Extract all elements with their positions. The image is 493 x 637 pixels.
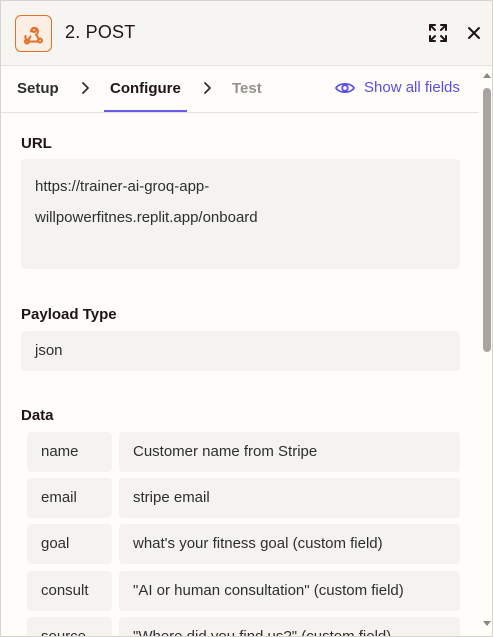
chevron-right-icon [82,82,89,94]
data-key-field[interactable]: email [27,478,112,518]
tab-configure[interactable]: Configure [110,80,181,97]
payload-type-label: Payload Type [21,306,117,323]
close-icon[interactable] [463,22,485,44]
url-value-line-2: willpowerfitnes.replit.app/onboard [35,209,258,226]
webhook-icon [15,15,52,52]
scroll-down-arrow-icon[interactable] [483,621,491,626]
data-key-field[interactable]: source [27,617,112,636]
url-label: URL [21,135,52,152]
active-tab-indicator [104,110,187,112]
show-all-fields-label: Show all fields [364,79,460,96]
data-value-field[interactable]: what's your fitness goal (custom field) [119,524,460,564]
scrollbar-thumb[interactable] [483,88,491,352]
data-value-field[interactable]: Customer name from Stripe [119,432,460,472]
data-value-field[interactable]: stripe email [119,478,460,518]
step-header: 2. POST [1,1,492,66]
configure-form: URL https://trainer-ai-groq-app- willpow… [1,114,479,636]
tab-test[interactable]: Test [232,80,262,97]
eye-icon [335,82,355,93]
data-value-field[interactable]: "Where did you find us?" (custom field) [119,617,460,636]
data-key-field[interactable]: goal [27,524,112,564]
url-value-line-1: https://trainer-ai-groq-app- [35,178,210,195]
data-key-field[interactable]: consult [27,571,112,611]
data-value-field[interactable]: "AI or human consultation" (custom field… [119,571,460,611]
show-all-fields-button[interactable]: Show all fields [335,79,460,96]
vertical-scrollbar[interactable] [479,66,492,636]
data-key-field[interactable]: name [27,432,112,472]
step-editor-panel: 2. POST Setup Configure Test Show all fi… [0,0,493,637]
step-title: 2. POST [65,22,136,42]
payload-type-field[interactable]: json [21,331,460,371]
data-label: Data [21,407,54,424]
tab-setup[interactable]: Setup [17,80,59,97]
chevron-right-icon [204,82,211,94]
url-field[interactable]: https://trainer-ai-groq-app- willpowerfi… [21,159,460,269]
step-tabs: Setup Configure Test Show all fields [1,66,479,113]
scroll-up-arrow-icon[interactable] [483,73,491,78]
expand-icon[interactable] [427,22,449,44]
